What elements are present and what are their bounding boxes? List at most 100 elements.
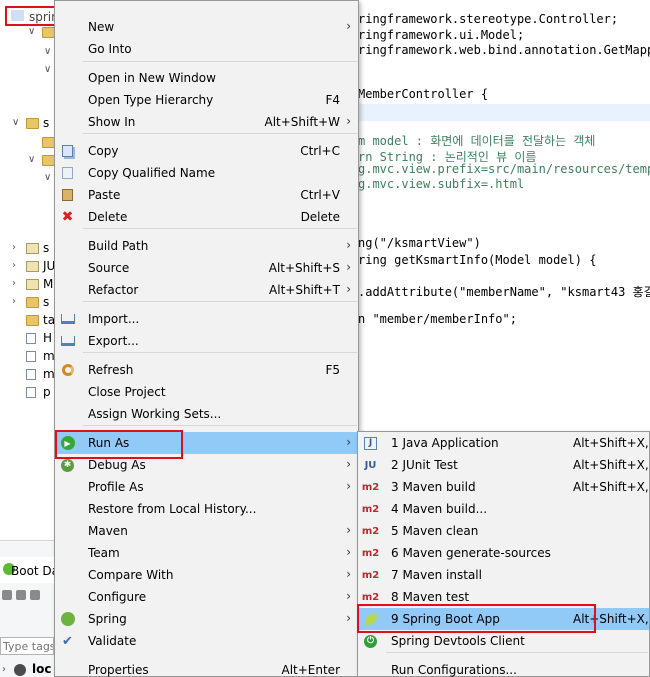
menu-item-maven[interactable]: Maven ›: [55, 520, 358, 542]
menu-item-paste[interactable]: Paste Ctrl+V: [55, 184, 358, 206]
menu-item-new[interactable]: New ›: [55, 16, 358, 38]
debug-start-icon[interactable]: [16, 590, 26, 600]
start-icon[interactable]: [2, 590, 12, 600]
tree-item-label: m: [43, 367, 55, 381]
boot-dashboard-tab[interactable]: Boot Da: [0, 557, 59, 583]
menu-item-restore-from-local-history[interactable]: Restore from Local History...: [55, 498, 358, 520]
chevron-down-icon[interactable]: ∨: [12, 117, 19, 128]
chevron-down-icon[interactable]: ∨: [28, 154, 35, 165]
tree-item-label: s: [43, 116, 50, 130]
menu-item-label: Profile As: [88, 480, 144, 494]
menu-item-open-type-hierarchy[interactable]: Open Type Hierarchy F4: [55, 89, 358, 111]
submenu-item-6-maven-generate-sources[interactable]: m2 6 Maven generate-sources: [358, 542, 649, 564]
chevron-right-icon: ›: [346, 479, 351, 493]
chevron-right-icon[interactable]: ›: [12, 242, 16, 253]
menu-item-close-project[interactable]: Close Project: [55, 381, 358, 403]
menu-item-label: Build Path: [88, 239, 149, 253]
boot-filter-input[interactable]: [1, 638, 53, 654]
submenu-item-shortcut: Alt+Shift+X, J: [573, 436, 650, 450]
menu-item-refresh[interactable]: Refresh F5: [55, 359, 358, 381]
menu-item-team[interactable]: Team ›: [55, 542, 358, 564]
spring-icon: [60, 612, 75, 626]
boot-local-item[interactable]: › loc: [0, 661, 54, 677]
submenu-item-9-spring-boot-app[interactable]: 9 Spring Boot App Alt+Shift+X, B: [358, 608, 650, 630]
menu-item-shortcut: Alt+Enter: [281, 663, 340, 677]
menu-item-refactor[interactable]: Refactor Alt+Shift+T ›: [55, 279, 358, 301]
submenu-item-label: 5 Maven clean: [391, 524, 479, 538]
chevron-right-icon[interactable]: ›: [12, 278, 16, 289]
local-icon: [14, 664, 26, 676]
chevron-right-icon: ›: [346, 282, 351, 296]
menu-item-copy-qualified-name[interactable]: Copy Qualified Name: [55, 162, 358, 184]
menu-item-properties[interactable]: Properties Alt+Enter: [55, 659, 358, 677]
menu-item-label: Copy Qualified Name: [88, 166, 216, 180]
menu-item-validate[interactable]: ✔ Validate: [55, 630, 358, 652]
menu-item-go-into[interactable]: Go Into: [55, 38, 358, 60]
submenu-item-spring-devtools-client[interactable]: ⏻ Spring Devtools Client: [358, 630, 649, 652]
menu-item-build-path[interactable]: Build Path ›: [55, 235, 358, 257]
menu-item-label: Delete: [88, 210, 128, 224]
devtools-icon: ⏻: [363, 634, 378, 648]
chevron-right-icon[interactable]: ›: [12, 260, 16, 271]
run-icon: ▶: [60, 436, 75, 450]
spring-boot-icon: [362, 612, 379, 626]
chevron-right-icon[interactable]: ›: [2, 664, 6, 675]
chevron-right-icon: ›: [346, 611, 351, 625]
file-icon: [26, 369, 36, 380]
menu-item-shortcut: Ctrl+V: [300, 188, 340, 202]
menu-item-label: Open Type Hierarchy: [88, 93, 214, 107]
submenu-item-label: 4 Maven build...: [391, 502, 488, 516]
export-icon: [60, 334, 75, 348]
submenu-item-2-junit-test[interactable]: JU 2 JUnit Test Alt+Shift+X, T: [358, 454, 650, 476]
chevron-down-icon[interactable]: ∨: [44, 172, 51, 183]
folder-icon: [26, 118, 39, 129]
chevron-right-icon[interactable]: ›: [12, 296, 16, 307]
menu-separator: [83, 61, 357, 62]
submenu-item-shortcut: Alt+Shift+X, T: [573, 458, 650, 472]
submenu-item-label: Run Configurations...: [391, 663, 517, 677]
menu-item-show-in[interactable]: Show In Alt+Shift+W ›: [55, 111, 358, 133]
submenu-item-run-configurations[interactable]: Run Configurations...: [358, 659, 649, 677]
menu-item-profile-as[interactable]: Profile As ›: [55, 476, 358, 498]
chevron-right-icon: ›: [346, 19, 351, 33]
boot-local-label: loc: [32, 662, 52, 676]
menu-item-open-in-new-window[interactable]: Open in New Window: [55, 67, 358, 89]
menu-item-export[interactable]: Export...: [55, 330, 358, 352]
submenu-item-7-maven-install[interactable]: m2 7 Maven install: [358, 564, 649, 586]
chevron-right-icon: ›: [346, 545, 351, 559]
menu-item-assign-working-sets[interactable]: Assign Working Sets...: [55, 403, 358, 425]
code-comment-line: m model : 화면에 데이터를 전달하는 객체: [358, 134, 596, 148]
menu-item-label: New: [88, 20, 115, 34]
code-comment-line: g.mvc.view.prefix=src/main/resources/tem…: [358, 162, 650, 176]
java-application-icon: J: [363, 436, 378, 450]
menu-item-compare-with[interactable]: Compare With ›: [55, 564, 358, 586]
menu-item-spring[interactable]: Spring ›: [55, 608, 358, 630]
boot-filter-field[interactable]: [0, 637, 54, 655]
library-icon: [26, 261, 39, 272]
menu-item-shortcut: F5: [325, 363, 340, 377]
menu-item-run-as[interactable]: ▶ Run As ›: [55, 432, 358, 454]
chevron-down-icon[interactable]: ∨: [44, 46, 51, 57]
chevron-right-icon: ›: [346, 567, 351, 581]
submenu-item-3-maven-build[interactable]: m2 3 Maven build Alt+Shift+X, M: [358, 476, 650, 498]
tree-item-label: s: [43, 241, 50, 255]
maven-icon: m2: [361, 525, 380, 537]
chevron-down-icon[interactable]: ∨: [28, 26, 35, 37]
menu-item-import[interactable]: Import...: [55, 308, 358, 330]
submenu-item-label: 1 Java Application: [391, 436, 499, 450]
submenu-item-5-maven-clean[interactable]: m2 5 Maven clean: [358, 520, 649, 542]
menu-item-copy[interactable]: Copy Ctrl+C: [55, 140, 358, 162]
menu-item-shortcut: Delete: [300, 210, 340, 224]
menu-separator: [386, 652, 648, 653]
menu-item-debug-as[interactable]: ✱ Debug As ›: [55, 454, 358, 476]
menu-item-label: Properties: [88, 663, 149, 677]
submenu-item-8-maven-test[interactable]: m2 8 Maven test: [358, 586, 649, 608]
menu-item-delete[interactable]: ✖ Delete Delete: [55, 206, 358, 228]
junit-icon: JU: [364, 459, 377, 471]
submenu-item-4-maven-build[interactable]: m2 4 Maven build...: [358, 498, 649, 520]
menu-item-source[interactable]: Source Alt+Shift+S ›: [55, 257, 358, 279]
stop-icon[interactable]: [30, 590, 40, 600]
menu-item-configure[interactable]: Configure ›: [55, 586, 358, 608]
submenu-item-1-java-application[interactable]: J 1 Java Application Alt+Shift+X, J: [358, 432, 650, 454]
chevron-down-icon[interactable]: ∨: [44, 64, 51, 75]
